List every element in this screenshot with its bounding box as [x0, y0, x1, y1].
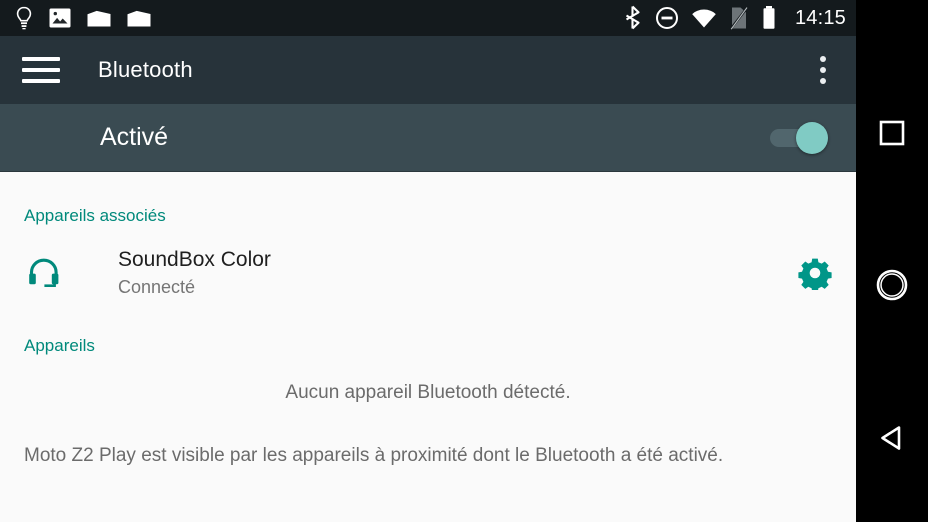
app-bar: Bluetooth: [0, 36, 856, 104]
more-vertical-icon[interactable]: [808, 53, 838, 87]
back-triangle-icon[interactable]: [856, 422, 928, 454]
overflow-dot: [820, 56, 826, 62]
battery-icon: [763, 6, 775, 29]
status-bar-right-icons: 14:15: [623, 5, 846, 31]
phone-content-area: 14:15 Bluetooth Activé Appareils associé…: [0, 0, 856, 522]
paired-devices-header: Appareils associés: [24, 206, 166, 225]
available-devices-header: Appareils: [24, 335, 95, 355]
device-name: SoundBox Color: [118, 248, 271, 271]
navigation-bar: [856, 0, 928, 522]
do-not-disturb-icon: [655, 7, 678, 29]
recents-square-icon[interactable]: [856, 118, 928, 148]
status-bar-clock: 14:15: [794, 6, 846, 29]
hamburger-line: [22, 68, 60, 72]
hamburger-icon[interactable]: [22, 57, 60, 83]
home-circle-icon[interactable]: [856, 266, 928, 304]
paired-device-row[interactable]: SoundBox Color Connecté: [0, 226, 856, 316]
bluetooth-state-label: Activé: [100, 123, 169, 151]
hamburger-line: [22, 79, 60, 83]
folder-icon: [87, 10, 111, 27]
status-bar-left-icons: [14, 6, 623, 30]
lightbulb-icon: [16, 6, 32, 30]
device-status: Connecté: [118, 276, 196, 297]
image-icon: [49, 8, 71, 28]
headset-icon: [24, 253, 66, 293]
overflow-dot: [820, 78, 826, 84]
gear-icon[interactable]: [798, 256, 832, 290]
wifi-icon: [692, 9, 716, 28]
hamburger-line: [22, 57, 60, 61]
folder-icon: [127, 10, 151, 27]
phone-screen: 14:15 Bluetooth Activé Appareils associé…: [0, 0, 928, 522]
device-text-block: SoundBox Color Connecté: [118, 248, 271, 298]
page-title: Bluetooth: [98, 57, 193, 82]
visibility-message: Moto Z2 Play est visible par les apparei…: [24, 444, 724, 466]
switch-thumb: [796, 121, 828, 154]
bluetooth-icon: [625, 5, 640, 30]
bluetooth-toggle-bar: Activé: [0, 104, 856, 172]
overflow-dot: [820, 67, 826, 73]
no-sim-icon: [729, 6, 749, 30]
bluetooth-toggle-switch[interactable]: [770, 121, 828, 154]
empty-devices-message: Aucun appareil Bluetooth détecté.: [285, 381, 571, 403]
settings-content: Appareils associés SoundBox Color Connec…: [0, 172, 856, 522]
status-bar: 14:15: [0, 0, 856, 36]
